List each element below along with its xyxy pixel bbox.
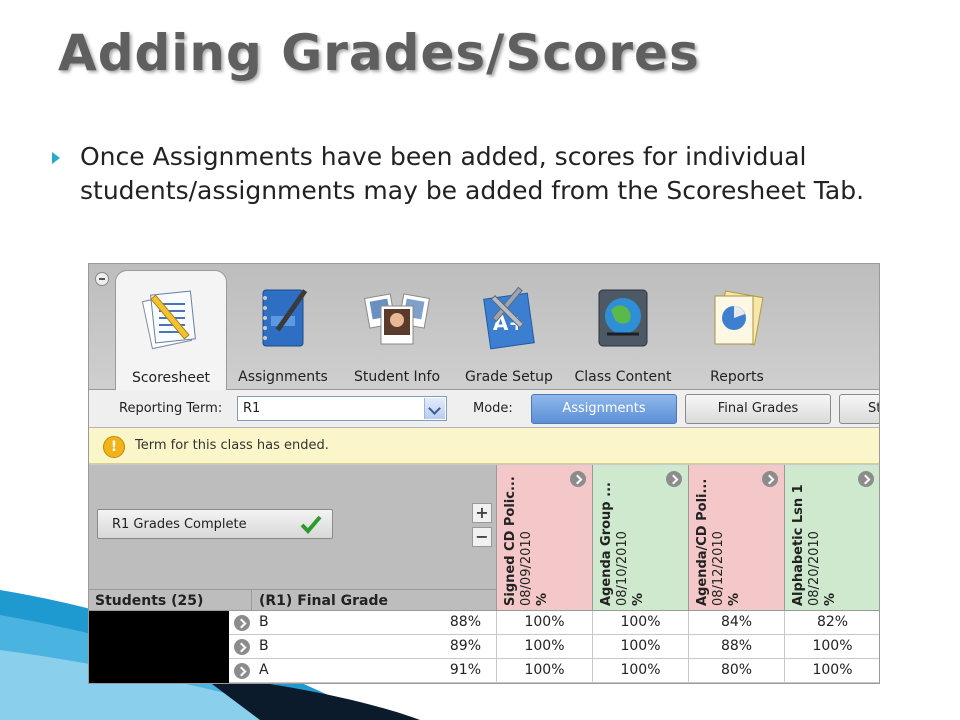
bullet-arrow-icon — [52, 152, 60, 164]
column-header-agenda-group[interactable]: Agenda Group ... 08/10/2010% — [592, 465, 688, 611]
tab-label: Scoresheet — [131, 370, 211, 386]
score-cell[interactable]: 100% — [592, 659, 688, 683]
score-cell[interactable]: 100% — [496, 611, 592, 635]
globe-book-icon — [598, 289, 648, 347]
final-letter-grade: B — [259, 614, 269, 630]
reporting-term-select[interactable]: R1 — [237, 396, 447, 421]
column-header-text: Signed CD Polic... 08/09/2010% — [503, 476, 550, 606]
score-cell[interactable]: 80% — [688, 659, 784, 683]
tab-label: Grade Setup — [465, 369, 553, 385]
table-row: B 88% 100% 100% 84% 82% — [89, 611, 879, 635]
collapse-icon[interactable] — [95, 272, 109, 286]
checkmark-icon — [300, 515, 322, 534]
arrow-right-icon[interactable] — [234, 639, 250, 655]
left-panel: R1 Grades Complete + − — [89, 465, 496, 589]
tab-bar: Scoresheet Assignments Student Info A+ G… — [89, 264, 879, 391]
students-header: Students (25) (R1) Final Grade — [89, 589, 496, 612]
notice-text: Term for this class has ended. — [135, 438, 329, 453]
notebook-icon — [262, 289, 308, 347]
arrow-right-icon[interactable] — [666, 471, 682, 487]
score-cell[interactable]: 84% — [688, 611, 784, 635]
score-cell[interactable]: 100% — [784, 659, 879, 683]
mode-final-grades-button[interactable]: Final Grades — [685, 394, 831, 424]
slide-title: Adding Grades/Scores — [58, 24, 700, 82]
tab-reports[interactable]: Reports — [681, 270, 793, 390]
column-header-text: Agenda Group ... 08/10/2010% — [599, 482, 646, 606]
toolbar: Reporting Term: R1 Mode: Assignments Fin… — [89, 390, 879, 428]
tab-class-content[interactable]: Class Content — [567, 270, 679, 390]
arrow-right-icon[interactable] — [234, 663, 250, 679]
arrow-right-icon[interactable] — [858, 471, 874, 487]
score-cell[interactable]: 100% — [592, 611, 688, 635]
grades-complete-label: R1 Grades Complete — [112, 517, 247, 532]
reporting-term-value: R1 — [243, 401, 261, 416]
tab-grade-setup[interactable]: A+ Grade Setup — [453, 270, 565, 390]
photos-icon — [364, 293, 430, 345]
score-cell[interactable]: 82% — [784, 611, 879, 635]
tools-icon: A+ — [483, 286, 535, 350]
score-grid: B 88% 100% 100% 84% 82% B 89% 100% 100% … — [89, 611, 879, 683]
tab-label: Assignments — [238, 369, 328, 385]
expand-plus-button[interactable]: + — [472, 503, 492, 523]
bullet-point: Once Assignments have been added, scores… — [52, 140, 932, 208]
student-name-redacted[interactable] — [89, 635, 229, 659]
arrow-right-icon[interactable] — [570, 471, 586, 487]
tab-label: Class Content — [574, 369, 672, 385]
column-header-signed-cd-policy[interactable]: Signed CD Polic... 08/09/2010% — [496, 465, 592, 611]
gradebook-app: Scoresheet Assignments Student Info A+ G… — [88, 263, 880, 684]
mode-assignments-button[interactable]: Assignments — [531, 394, 677, 424]
column-header-agenda-cd-policy[interactable]: Agenda/CD Poli... 08/12/2010% — [688, 465, 784, 611]
table-row: B 89% 100% 100% 88% 100% — [89, 635, 879, 659]
warning-icon: ! — [103, 436, 125, 458]
report-chart-icon — [714, 290, 764, 346]
column-header-text: Alphabetic Lsn 1 08/20/2010% — [791, 484, 838, 606]
tab-label: Reports — [710, 369, 764, 385]
final-percent: 89% — [449, 638, 481, 654]
score-cell[interactable]: 100% — [496, 659, 592, 683]
tab-scoresheet[interactable]: Scoresheet — [115, 270, 227, 391]
arrow-right-icon[interactable] — [234, 615, 250, 631]
scoresheet-icon — [141, 290, 196, 350]
bullet-text: Once Assignments have been added, scores… — [80, 142, 865, 205]
final-letter-grade: B — [259, 638, 269, 654]
final-letter-grade: A — [259, 662, 269, 678]
column-header-alphabetic-lsn-1[interactable]: Alphabetic Lsn 1 08/20/2010% — [784, 465, 879, 611]
mode-label: Mode: — [473, 401, 513, 416]
student-name-redacted[interactable] — [89, 659, 229, 683]
table-row: A 91% 100% 100% 80% 100% — [89, 659, 879, 683]
column-header-text: Agenda/CD Poli... 08/12/2010% — [695, 478, 742, 606]
students-count-header[interactable]: Students (25) — [95, 593, 203, 609]
notice-bar: ! Term for this class has ended. — [89, 428, 879, 464]
final-grade-header[interactable]: (R1) Final Grade — [259, 593, 388, 609]
student-name-redacted[interactable] — [89, 611, 229, 635]
mode-third-button[interactable]: St — [839, 394, 879, 424]
score-cell[interactable]: 88% — [688, 635, 784, 659]
tab-student-info[interactable]: Student Info — [341, 270, 453, 390]
tab-assignments[interactable]: Assignments — [227, 270, 339, 390]
arrow-right-icon[interactable] — [762, 471, 778, 487]
reporting-term-label: Reporting Term: — [119, 401, 223, 416]
tab-label: Student Info — [353, 369, 441, 385]
header-divider — [251, 590, 252, 612]
final-percent: 91% — [449, 662, 481, 678]
grades-complete-button[interactable]: R1 Grades Complete — [97, 509, 333, 539]
score-cell[interactable]: 100% — [592, 635, 688, 659]
collapse-minus-button[interactable]: − — [472, 527, 492, 547]
score-cell[interactable]: 100% — [784, 635, 879, 659]
final-percent: 88% — [449, 614, 481, 630]
score-cell[interactable]: 100% — [496, 635, 592, 659]
chevron-down-icon[interactable] — [424, 398, 445, 419]
